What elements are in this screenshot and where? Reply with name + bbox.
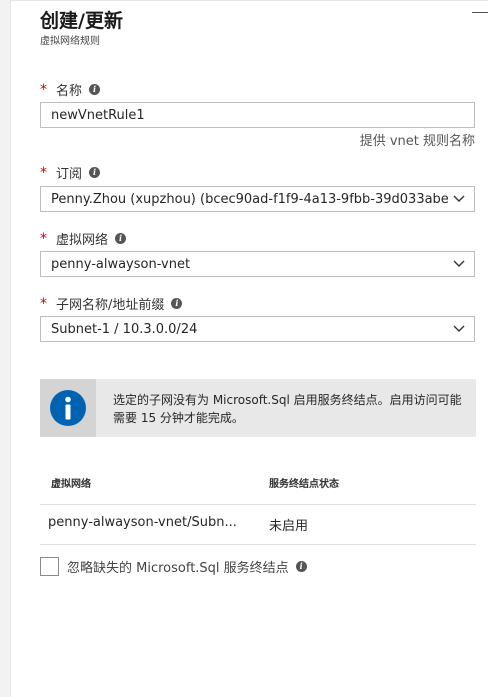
required-marker: * — [40, 295, 47, 312]
required-marker: * — [40, 81, 47, 98]
required-marker: * — [40, 164, 47, 181]
blade-subtitle: 虚拟网络规则 — [40, 36, 100, 47]
subscription-select[interactable]: Penny.Zhou (xupzhou) (bcec90ad-f1f9-4a13… — [40, 186, 475, 212]
info-icon[interactable]: i — [89, 84, 101, 95]
column-header-status: 服务终结点状态 — [269, 479, 339, 490]
subscription-label-text: 订阅 — [56, 167, 83, 182]
chevron-down-icon — [452, 257, 466, 271]
info-icon[interactable]: i — [171, 298, 183, 309]
subscription-label: * 订阅 i — [40, 163, 101, 182]
info-icon[interactable]: i — [89, 167, 101, 178]
column-header-vnet: 虚拟网络 — [51, 479, 91, 490]
chevron-down-icon — [452, 322, 466, 336]
info-icon[interactable]: i — [115, 233, 127, 244]
info-circle-icon — [50, 390, 86, 426]
subnet-label-text: 子网名称/地址前缀 — [56, 298, 165, 313]
ignore-missing-endpoint-checkbox[interactable] — [40, 557, 59, 576]
top-border — [11, 0, 488, 1]
left-panel-edge — [0, 0, 11, 697]
subscription-value: Penny.Zhou (xupzhou) (bcec90ad-f1f9-4a13… — [51, 191, 448, 207]
vnet-label: * 虚拟网络 i — [40, 229, 127, 248]
required-marker: * — [40, 230, 47, 247]
subnet-label: * 子网名称/地址前缀 i — [40, 294, 183, 313]
table-cell-status: 未启用 — [269, 519, 309, 534]
header-divider — [40, 504, 476, 505]
vnet-select[interactable]: penny-alwayson-vnet — [40, 251, 475, 277]
row-divider — [40, 544, 476, 545]
ignore-missing-endpoint-option[interactable]: 忽略缺失的 Microsoft.Sql 服务终结点 i — [40, 557, 307, 576]
banner-message: 选定的子网没有为 Microsoft.Sql 启用服务终结点。启用访问可能需要 … — [113, 393, 462, 425]
checkbox-label: 忽略缺失的 Microsoft.Sql 服务终结点 — [67, 561, 289, 576]
name-input[interactable] — [40, 102, 475, 128]
subnet-select[interactable]: Subnet-1 / 10.3.0.0/24 — [40, 316, 475, 342]
info-icon[interactable]: i — [295, 561, 307, 572]
info-banner: 选定的子网没有为 Microsoft.Sql 启用服务终结点。启用访问可能需要 … — [40, 379, 476, 437]
subnet-value: Subnet-1 / 10.3.0.0/24 — [51, 321, 198, 337]
table-cell-vnet: penny-alwayson-vnet/Subn... — [48, 515, 237, 530]
minimize-icon[interactable] — [472, 12, 488, 13]
name-label-text: 名称 — [56, 84, 83, 99]
name-label: * 名称 i — [40, 80, 101, 99]
chevron-down-icon — [452, 192, 466, 206]
name-hint: 提供 vnet 规则名称 — [359, 134, 475, 149]
blade-title: 创建/更新 — [40, 10, 123, 32]
banner-icon-container — [40, 379, 96, 437]
vnet-value: penny-alwayson-vnet — [51, 256, 191, 272]
vnet-label-text: 虚拟网络 — [56, 233, 109, 248]
